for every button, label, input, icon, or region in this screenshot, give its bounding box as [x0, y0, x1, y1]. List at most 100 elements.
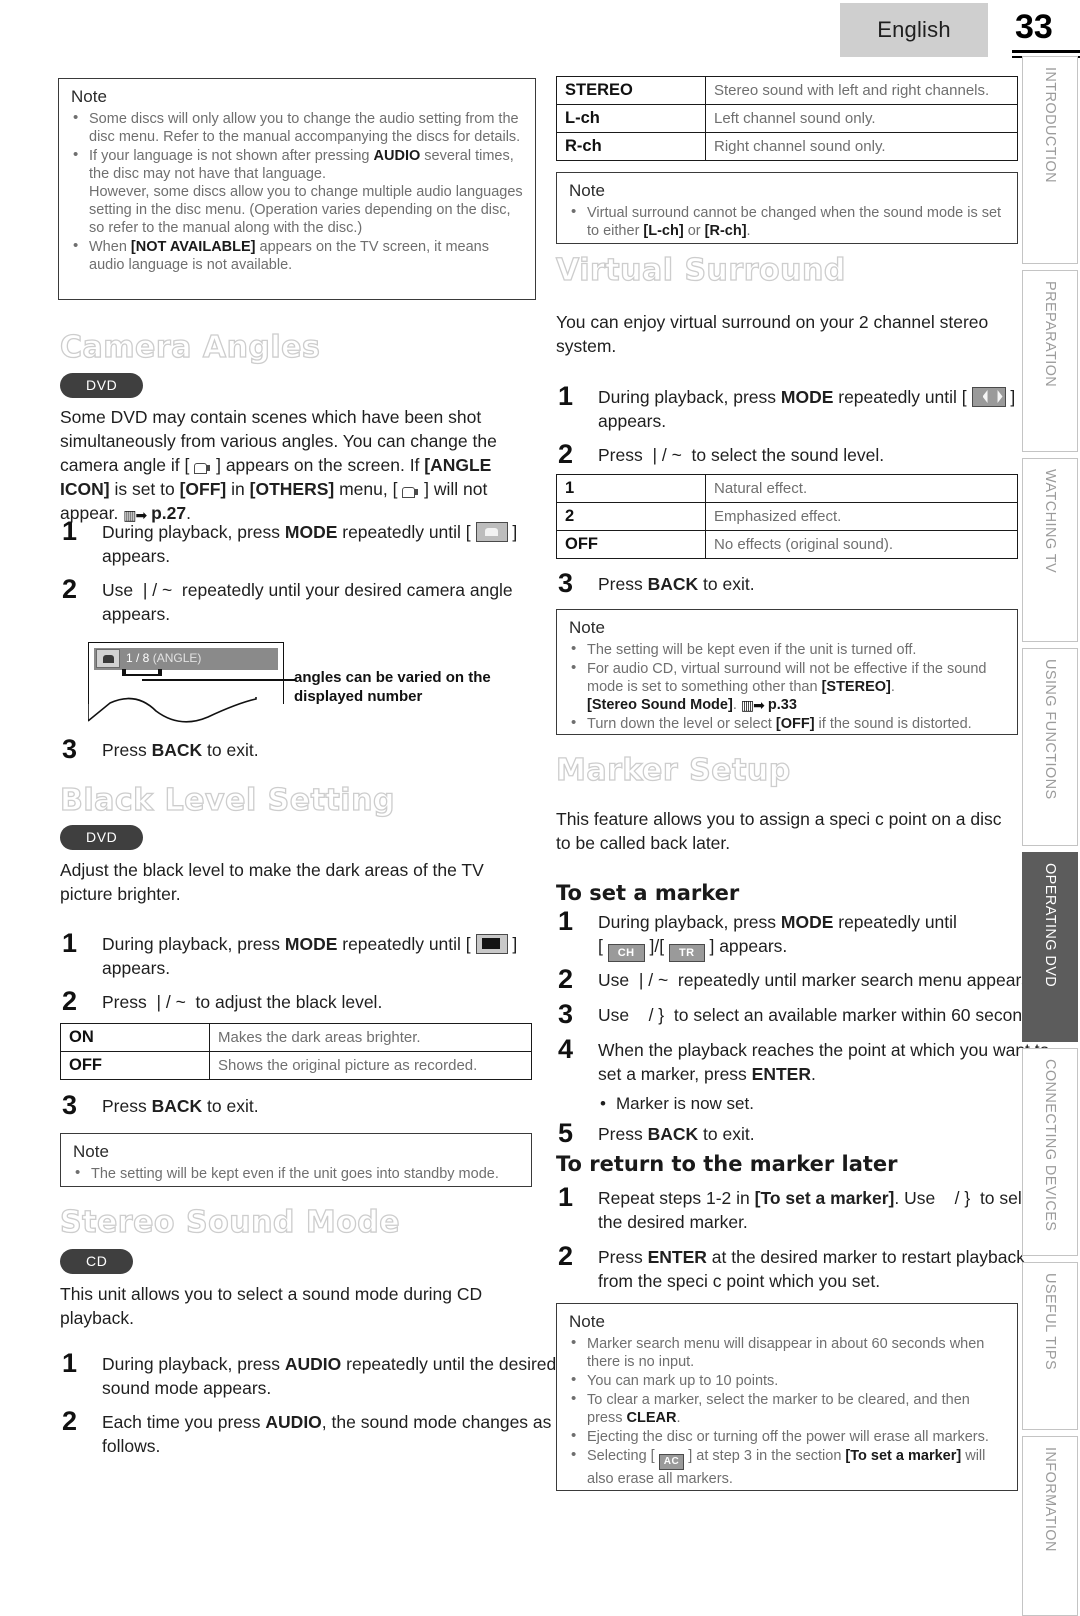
table-value: No effects (original sound).: [705, 530, 1018, 559]
note-title: Note: [71, 87, 107, 106]
stereo-sound-step-2: 2 Each time you press AUDIO, the sound m…: [60, 1406, 572, 1458]
section-heading-camera-angles: Camera Angles: [59, 329, 321, 365]
badge-dvd-camera-angles: DVD: [60, 373, 144, 398]
ac-osd-icon: AC: [658, 1454, 685, 1470]
sidebar-item-using-functions[interactable]: USING FUNCTIONS: [1022, 648, 1078, 846]
step-number: 2: [558, 1241, 574, 1271]
table-key: ON: [60, 1023, 210, 1052]
stereo-sound-intro: This unit allows you to select a sound m…: [60, 1284, 483, 1328]
step-number: 1: [558, 1182, 574, 1212]
virtual-surround-note-box: Note The setting will be kept even if th…: [556, 609, 1018, 735]
black-level-note-box: Note The setting will be kept even if th…: [60, 1133, 532, 1187]
sidebar-item-label: USEFUL TIPS: [1042, 1273, 1058, 1371]
step-number: 1: [62, 1348, 78, 1378]
note-item: Marker search menu will disappear in abo…: [569, 1334, 1005, 1371]
table-value: Right channel sound only.: [705, 132, 1018, 161]
angle-icon: [194, 460, 211, 474]
black-level-osd-icon: [475, 934, 508, 954]
osd-underline-marker: [122, 669, 162, 676]
page-number-rule-top: [1012, 50, 1080, 53]
page-ref-arrow-icon: ▥➡: [740, 697, 765, 713]
return-marker-step-1: 1 Repeat steps 1-2 in [To set a marker].…: [556, 1182, 1058, 1234]
black-level-table: ON Makes the dark areas brighter. OFF Sh…: [60, 1023, 532, 1080]
note-list: Marker search menu will disappear in abo…: [569, 1334, 1005, 1488]
virtual-surround-step-2: 2 Press | / ~ to select the sound level.: [556, 439, 1053, 469]
note-item: Turn down the level or select [OFF] if t…: [569, 714, 1005, 733]
section-heading-virtual-surround: Virtual Surround: [555, 252, 846, 288]
sidebar-item-label: WATCHING TV: [1042, 469, 1058, 574]
table-row: 1 Natural effect.: [556, 474, 1018, 503]
stereo-mode-table: STEREO Stereo sound with left and right …: [556, 76, 1018, 161]
language-banner: English: [840, 3, 988, 57]
table-row: STEREO Stereo sound with left and right …: [556, 76, 1018, 105]
stereo-note-box: Note Virtual surround cannot be changed …: [556, 172, 1018, 244]
black-level-intro: Adjust the black level to make the dark …: [60, 860, 484, 904]
sidebar-item-label: INFORMATION: [1042, 1447, 1058, 1552]
manual-page: English 33 Note Some discs will only all…: [0, 0, 1080, 1616]
ch-osd-icon: CH: [607, 944, 645, 962]
step-text: Each time you press AUDIO, the sound mod…: [102, 1412, 552, 1456]
table-value: Left channel sound only.: [705, 104, 1018, 133]
step-number: 3: [558, 568, 574, 598]
subheading-to-return-to-marker: To return to the marker later: [556, 1152, 898, 1176]
sidebar-item-introduction[interactable]: INTRODUCTION: [1022, 56, 1078, 264]
step-text: During playback, press MODE repeatedly u…: [102, 522, 518, 566]
note-item: Virtual surround cannot be changed when …: [569, 203, 1005, 240]
table-row: L-ch Left channel sound only.: [556, 104, 1018, 133]
note-item: For audio CD, virtual surround will not …: [569, 659, 1005, 714]
step-text: During playback, press MODE repeatedly u…: [598, 912, 957, 962]
table-key: OFF: [556, 530, 706, 559]
note-title: Note: [73, 1142, 109, 1161]
camera-angles-intro: Some DVD may contain scenes which have b…: [60, 405, 532, 527]
black-level-step-1: 1 During playback, press MODE repeatedly…: [60, 928, 572, 980]
note-item: Selecting [ AC ] at step 3 in the sectio…: [569, 1446, 1005, 1488]
set-marker-step-1: 1 During playback, press MODE repeatedly…: [556, 906, 1053, 962]
step-number: 4: [558, 1034, 574, 1064]
set-marker-step-2: 2 Use | / ~ repeatedly until marker sear…: [556, 964, 1053, 994]
sidebar-item-information[interactable]: INFORMATION: [1022, 1436, 1078, 1616]
step-text: Use / } to select an available marker wi…: [598, 1005, 1046, 1025]
camera-angles-step-1: 1 During playback, press MODE repeatedly…: [60, 516, 572, 568]
step-text: Press BACK to exit.: [102, 740, 259, 760]
note-item: When [NOT AVAILABLE] appears on the TV s…: [71, 237, 523, 274]
note-title: Note: [569, 181, 605, 200]
marker-setup-intro: This feature allows you to assign a spec…: [556, 809, 1002, 853]
note-list: Virtual surround cannot be changed when …: [569, 203, 1005, 240]
step-number: 2: [558, 964, 574, 994]
osd-text: 1 / 8 (ANGLE): [126, 651, 202, 665]
virtual-surround-step-3: 3 Press BACK to exit.: [556, 568, 1053, 598]
step-text: Press ENTER at the desired marker to res…: [598, 1247, 1025, 1291]
sidebar-item-operating-dvd[interactable]: OPERATING DVD: [1022, 852, 1078, 1042]
step-text: During playback, press AUDIO repeatedly …: [102, 1354, 557, 1398]
table-row: ON Makes the dark areas brighter.: [60, 1023, 532, 1052]
language-label: English: [877, 17, 951, 42]
sidebar-item-useful-tips[interactable]: USEFUL TIPS: [1022, 1262, 1078, 1430]
sidebar-item-connecting-devices[interactable]: CONNECTING DEVICES: [1022, 1048, 1078, 1256]
note-list: The setting will be kept even if the uni…: [569, 640, 1005, 733]
osd-callout-text: angles can be varied on the displayed nu…: [294, 669, 491, 705]
sidebar-item-preparation[interactable]: PREPARATION: [1022, 270, 1078, 452]
sidebar-item-watching-tv[interactable]: WATCHING TV: [1022, 458, 1078, 642]
virtual-surround-osd-icon: [971, 387, 1006, 407]
torn-edge-icon: [88, 697, 257, 723]
marker-setup-note-box: Note Marker search menu will disappear i…: [556, 1303, 1018, 1491]
note-item: The setting will be kept even if the uni…: [569, 640, 1005, 659]
angle-icon: [402, 484, 419, 498]
note-list: Some discs will only allow you to change…: [71, 109, 523, 274]
note-item: Some discs will only allow you to change…: [71, 109, 523, 146]
step-text: Press | / ~ to select the sound level.: [598, 445, 885, 465]
table-key: OFF: [60, 1051, 210, 1080]
step-number: 2: [62, 1406, 78, 1436]
step-number: 1: [558, 381, 574, 411]
page-number: 33: [1015, 8, 1053, 46]
step-number: 1: [62, 928, 78, 958]
note-item: The setting will be kept even if the uni…: [73, 1164, 519, 1183]
step-text: Use | / ~ repeatedly until marker search…: [598, 970, 1035, 990]
stereo-sound-step-1: 1 During playback, press AUDIO repeatedl…: [60, 1348, 572, 1400]
virtual-surround-intro: You can enjoy virtual surround on your 2…: [556, 312, 989, 356]
note-item: You can mark up to 10 points.: [569, 1371, 1005, 1390]
note-list: The setting will be kept even if the uni…: [73, 1164, 519, 1183]
section-tab-strip: INTRODUCTION PREPARATION WATCHING TV USI…: [1022, 56, 1080, 1616]
table-row: R-ch Right channel sound only.: [556, 132, 1018, 161]
step-text: During playback, press MODE repeatedly u…: [598, 387, 1016, 431]
